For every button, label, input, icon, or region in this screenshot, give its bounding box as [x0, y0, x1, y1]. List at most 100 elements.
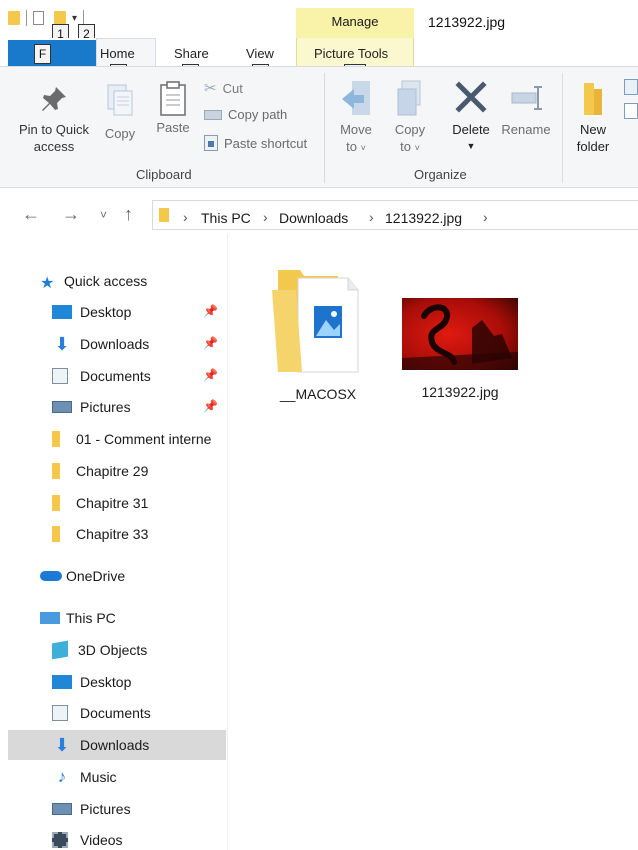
nav-folder-chapitre-33[interactable]: Chapitre 33: [0, 519, 228, 549]
address-row: ← → ˅ ↑ › This PC › Downloads › 1213922.…: [0, 196, 638, 234]
paste-icon: [160, 81, 186, 116]
nav-qa-desktop[interactable]: Desktop 📌: [0, 297, 228, 327]
move-to-button[interactable]: Move to ˅: [332, 79, 380, 157]
window-title: 1213922.jpg: [428, 14, 506, 30]
pin-label-line1: Pin to Quick: [18, 122, 90, 137]
copy-path-icon: [204, 109, 222, 120]
nav-label: Downloads: [80, 336, 150, 352]
easy-access-icon[interactable]: [624, 103, 638, 119]
nav-label: Documents: [80, 705, 151, 721]
cloud-icon: [40, 571, 62, 581]
pin-icon[interactable]: 📌: [203, 368, 218, 382]
new-folder-label-line1: New: [579, 122, 606, 137]
nav-pc-videos[interactable]: Videos: [0, 825, 228, 850]
nav-pc-music[interactable]: ♪ Music: [0, 762, 228, 792]
documents-icon: [52, 368, 68, 384]
pictures-icon: [52, 803, 72, 815]
copy-button[interactable]: Copy: [98, 83, 142, 142]
nav-pc-3d-objects[interactable]: 3D Objects: [0, 635, 228, 665]
copy-label: Copy: [104, 126, 136, 141]
tab-share[interactable]: Share: [174, 46, 209, 61]
nav-label: Chapitre 31: [76, 495, 149, 511]
address-bar[interactable]: › This PC › Downloads › 1213922.jpg ›: [152, 200, 638, 230]
delete-icon: [455, 81, 487, 113]
rename-button[interactable]: Rename: [500, 79, 552, 138]
pin-icon[interactable]: 📌: [203, 399, 218, 413]
breadcrumb-chevron-icon[interactable]: ›: [369, 209, 374, 225]
nav-label: Desktop: [80, 674, 132, 690]
back-arrow-icon[interactable]: ←: [22, 204, 40, 225]
nav-pc-downloads[interactable]: ⬇ Downloads: [8, 730, 226, 760]
folder-icon: [52, 431, 60, 447]
pin-icon[interactable]: 📌: [203, 336, 218, 350]
nav-pc-pictures[interactable]: Pictures: [0, 794, 228, 824]
tab-picture-tools-label: Picture Tools: [314, 46, 389, 61]
copy-path-button[interactable]: Copy path: [204, 107, 287, 122]
pictures-icon: [52, 401, 72, 413]
copy-to-label-line1: Copy: [394, 122, 426, 137]
nav-onedrive[interactable]: OneDrive: [0, 561, 228, 591]
breadcrumb-downloads[interactable]: Downloads: [279, 210, 348, 226]
file-list: __MACOSX 1213922.jpg: [230, 234, 638, 850]
breadcrumb-this-pc[interactable]: This PC: [201, 210, 251, 226]
navigation-pane: ★ Quick access Desktop 📌 ⬇ Downloads 📌 D…: [0, 234, 228, 850]
title-bar: ▾ Manage 1213922.jpg: [0, 0, 638, 42]
customize-qat-dropdown[interactable]: ▾: [72, 13, 77, 24]
tab-view[interactable]: View: [246, 46, 274, 61]
pin-to-quick-access-button[interactable]: Pin to Quick access: [12, 83, 96, 155]
new-folder-qat-icon[interactable]: [54, 11, 66, 25]
pin-label-line2: access: [33, 139, 75, 154]
nav-folder-chapitre-31[interactable]: Chapitre 31: [0, 488, 228, 518]
nav-this-pc[interactable]: This PC: [0, 603, 228, 633]
pin-icon: [42, 87, 66, 111]
copy-to-button[interactable]: Copy to ˅: [386, 79, 434, 157]
breadcrumb-chevron-icon[interactable]: ›: [183, 209, 188, 225]
nav-label: Chapitre 33: [76, 526, 149, 542]
group-separator: [562, 73, 563, 183]
copy-path-label: Copy path: [228, 107, 288, 122]
pin-icon[interactable]: 📌: [203, 304, 218, 318]
forward-arrow-icon[interactable]: →: [62, 204, 80, 225]
film-icon: [52, 832, 68, 848]
folder-with-image-icon: [272, 270, 359, 373]
properties-icon[interactable]: [33, 11, 44, 25]
paste-shortcut-button[interactable]: Paste shortcut: [204, 135, 307, 151]
cut-button[interactable]: ✂ Cut: [204, 79, 243, 97]
recent-locations-chevron-icon[interactable]: ˅: [100, 208, 107, 222]
breadcrumb-current-file[interactable]: 1213922.jpg: [385, 210, 462, 226]
breadcrumb-chevron-icon[interactable]: ›: [483, 209, 488, 225]
download-arrow-icon: ⬇: [54, 735, 70, 755]
scissors-icon: ✂: [204, 80, 217, 97]
keytip-file: F: [34, 44, 51, 64]
tab-home-label: Home: [100, 46, 135, 61]
nav-folder-comment-interne[interactable]: 01 - Comment interne: [0, 424, 228, 454]
file-item-1213922-jpg[interactable]: 1213922.jpg: [396, 298, 524, 400]
delete-label: Delete: [452, 122, 490, 137]
nav-qa-documents[interactable]: Documents 📌: [0, 361, 228, 391]
new-item-icon[interactable]: [624, 79, 638, 95]
up-arrow-icon[interactable]: ↑: [124, 204, 133, 225]
quick-access-toolbar: ▾: [8, 10, 85, 26]
chevron-down-icon[interactable]: ▼: [446, 138, 496, 155]
file-item-macosx[interactable]: __MACOSX: [268, 260, 368, 402]
nav-quick-access[interactable]: ★ Quick access: [0, 266, 228, 296]
manage-contextual-tab[interactable]: Manage: [296, 8, 414, 38]
rename-label: Rename: [501, 122, 551, 137]
paste-button[interactable]: Paste: [150, 79, 196, 136]
nav-qa-pictures[interactable]: Pictures 📌: [0, 392, 228, 422]
nav-qa-downloads[interactable]: ⬇ Downloads 📌: [0, 329, 228, 359]
desktop-icon: [52, 675, 72, 689]
move-to-label-line2: to ˅: [346, 139, 366, 154]
folder-icon: [159, 208, 169, 222]
breadcrumb-chevron-icon[interactable]: ›: [263, 209, 268, 225]
desktop-icon: [52, 305, 72, 319]
delete-button[interactable]: Delete ▼: [446, 79, 496, 155]
ribbon: Pin to Quick access Copy Paste ✂ Cut Cop…: [0, 66, 638, 188]
nav-pc-documents[interactable]: Documents: [0, 698, 228, 728]
nav-pc-desktop[interactable]: Desktop: [0, 667, 228, 697]
nav-label: Quick access: [64, 273, 148, 289]
folder-icon: [52, 526, 60, 542]
nav-folder-chapitre-29[interactable]: Chapitre 29: [0, 456, 228, 486]
new-folder-button[interactable]: New folder: [570, 79, 616, 155]
documents-icon: [52, 705, 68, 721]
